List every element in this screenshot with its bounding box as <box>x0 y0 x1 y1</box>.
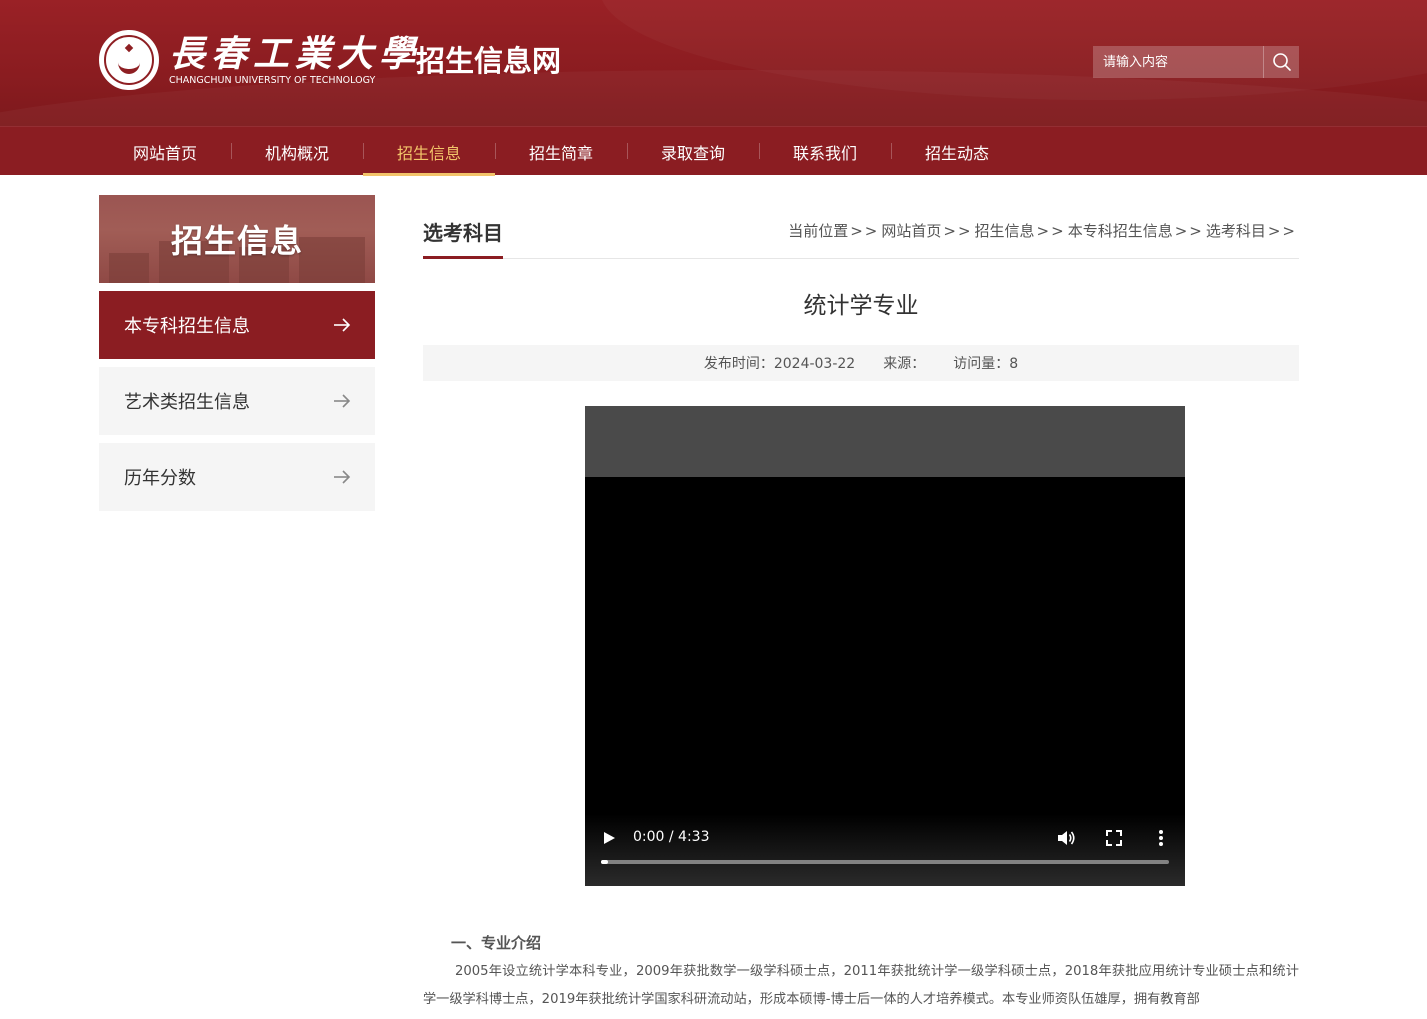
source: 来源： <box>883 356 926 372</box>
search-box <box>1093 46 1299 78</box>
more-options-icon[interactable] <box>1151 827 1171 849</box>
nav-label: 招生动态 <box>924 143 989 163</box>
play-icon[interactable] <box>599 828 619 848</box>
section-divider <box>423 258 1299 259</box>
publish-date: 发布时间：2024-03-22 <box>703 356 856 372</box>
nav-label: 招生简章 <box>528 143 593 163</box>
logo-chinese-name: 長春工業大學 <box>169 33 422 75</box>
nav-item-admission-query[interactable]: 录取查询 <box>627 127 759 176</box>
sidebar-item-scores[interactable]: 历年分数 <box>99 443 375 511</box>
nav-label: 联系我们 <box>792 143 857 163</box>
search-input[interactable] <box>1093 46 1263 78</box>
article-meta: 发布时间：2024-03-22 来源： 访问量：8 <box>423 345 1299 381</box>
site-title: 招生信息网 <box>416 44 562 78</box>
main-nav: 网站首页 机构概况 招生信息 招生简章 录取查询 联系我们 招生动态 <box>0 126 1427 176</box>
sidebar-banner: 招生信息 <box>99 195 375 283</box>
nav-item-brochure[interactable]: 招生简章 <box>495 127 627 176</box>
breadcrumb-home[interactable]: 网站首页 <box>881 220 941 241</box>
breadcrumb: 当前位置 >> 网站首页 >> 招生信息 >> 本专科招生信息 >> 选考科目 … <box>788 220 1299 241</box>
search-button[interactable] <box>1263 46 1299 78</box>
university-seal-icon <box>99 30 159 90</box>
university-logo[interactable]: 長春工業大學 CHANGCHUN UNIVERSITY OF TECHNOLOG… <box>99 28 421 92</box>
video-time: 0:00 / 4:33 <box>633 829 710 845</box>
arrow-right-icon <box>334 394 351 408</box>
sidebar-item-label: 本专科招生信息 <box>124 316 250 337</box>
breadcrumb-undergraduate[interactable]: 本专科招生信息 <box>1068 220 1173 241</box>
sidebar-item-undergraduate[interactable]: 本专科招生信息 <box>99 291 375 359</box>
logo-text: 長春工業大學 CHANGCHUN UNIVERSITY OF TECHNOLOG… <box>169 33 421 87</box>
breadcrumb-admissions-info[interactable]: 招生信息 <box>975 220 1035 241</box>
sidebar-item-art[interactable]: 艺术类招生信息 <box>99 367 375 435</box>
nav-item-about[interactable]: 机构概况 <box>231 127 363 176</box>
breadcrumb-prefix: 当前位置 <box>788 222 849 240</box>
nav-label: 招生信息 <box>396 143 461 163</box>
nav-label: 录取查询 <box>660 143 725 163</box>
volume-icon[interactable] <box>1055 827 1077 849</box>
fullscreen-icon[interactable] <box>1103 827 1125 849</box>
breadcrumb-separator: >> <box>1267 221 1297 240</box>
video-controls: 0:00 / 4:33 <box>585 814 1185 886</box>
video-poster-top <box>585 406 1185 477</box>
breadcrumb-subjects[interactable]: 选考科目 <box>1206 220 1266 241</box>
nav-item-news[interactable]: 招生动态 <box>891 127 1023 176</box>
nav-item-admissions-info[interactable]: 招生信息 <box>363 127 495 176</box>
breadcrumb-separator: >> <box>850 221 880 240</box>
sidebar-banner-title: 招生信息 <box>170 222 303 260</box>
article-paragraph: 2005年设立统计学本科专业，2009年获批数学一级学科硕士点，2011年获批统… <box>423 964 1299 1007</box>
breadcrumb-separator: >> <box>1036 221 1066 240</box>
site-header: 長春工業大學 CHANGCHUN UNIVERSITY OF TECHNOLOG… <box>0 0 1427 126</box>
section-title-underline <box>423 256 503 259</box>
video-progress-fill <box>601 860 608 864</box>
nav-item-contact[interactable]: 联系我们 <box>759 127 891 176</box>
sidebar-item-label: 艺术类招生信息 <box>124 392 250 413</box>
arrow-right-icon <box>334 318 351 332</box>
view-count: 访问量：8 <box>953 356 1019 372</box>
article-title: 统计学专业 <box>803 293 919 319</box>
nav-item-home[interactable]: 网站首页 <box>99 127 231 176</box>
search-icon <box>1272 53 1291 71</box>
section-heading: 一、专业介绍 <box>451 934 542 952</box>
sidebar-item-label: 历年分数 <box>124 468 196 489</box>
breadcrumb-separator: >> <box>943 221 973 240</box>
nav-label: 网站首页 <box>132 143 197 163</box>
video-player[interactable]: 0:00 / 4:33 <box>585 406 1185 886</box>
nav-label: 机构概况 <box>264 143 329 163</box>
arrow-right-icon <box>334 470 351 484</box>
logo-english-name: CHANGCHUN UNIVERSITY OF TECHNOLOGY <box>169 75 376 86</box>
breadcrumb-separator: >> <box>1174 221 1204 240</box>
video-progress-bar[interactable] <box>601 860 1169 864</box>
section-title: 选考科目 <box>423 221 503 245</box>
